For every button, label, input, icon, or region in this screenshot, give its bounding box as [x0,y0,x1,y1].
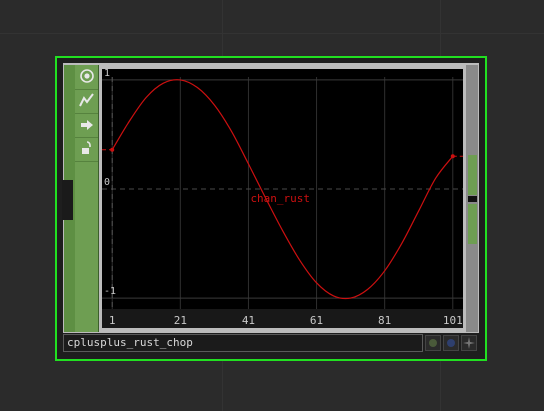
display-flag[interactable] [443,335,459,351]
x-tick-label: 41 [242,314,255,327]
lock-button[interactable] [75,138,98,162]
bypass-flag[interactable] [425,335,441,351]
viewer-flag[interactable] [461,335,477,351]
series-start-point [110,147,115,152]
output-connector-divider [468,196,477,202]
x-tick-label: 61 [310,314,323,327]
x-tick-label: 21 [174,314,187,327]
viewer-active-icon [79,68,94,87]
y-tick-label: 1 [104,69,110,79]
channel-chart: 1 0 -1 1 21 41 61 81 101 chan_rust [102,69,463,328]
background-grid-line [0,33,544,34]
y-tick-label: 0 [104,177,110,188]
input-connector[interactable] [62,180,73,220]
graph-mode-button[interactable] [75,90,98,114]
node-name-field[interactable]: cplusplus_rust_chop [63,334,423,352]
chop-viewer[interactable]: 1 0 -1 1 21 41 61 81 101 chan_rust [102,69,463,328]
arrow-right-icon [80,116,94,135]
viewer-flag-icon [463,334,475,353]
series-label: chan_rust [250,192,310,205]
x-tick-label: 101 [443,314,463,327]
graph-icon [78,92,95,111]
output-connector[interactable] [468,204,477,244]
arrow-button[interactable] [75,114,98,138]
y-tick-label: -1 [104,286,116,297]
x-tick-label: 81 [378,314,391,327]
viewer-active-button[interactable] [75,66,98,90]
x-axis-band [102,309,463,328]
series-end-point [450,154,455,159]
viewer-toolbar [75,65,99,332]
display-flag-icon [447,339,455,347]
bypass-flag-icon [429,339,437,347]
lock-icon [81,140,93,159]
x-tick-label: 1 [109,314,116,327]
output-connector[interactable] [468,155,477,195]
